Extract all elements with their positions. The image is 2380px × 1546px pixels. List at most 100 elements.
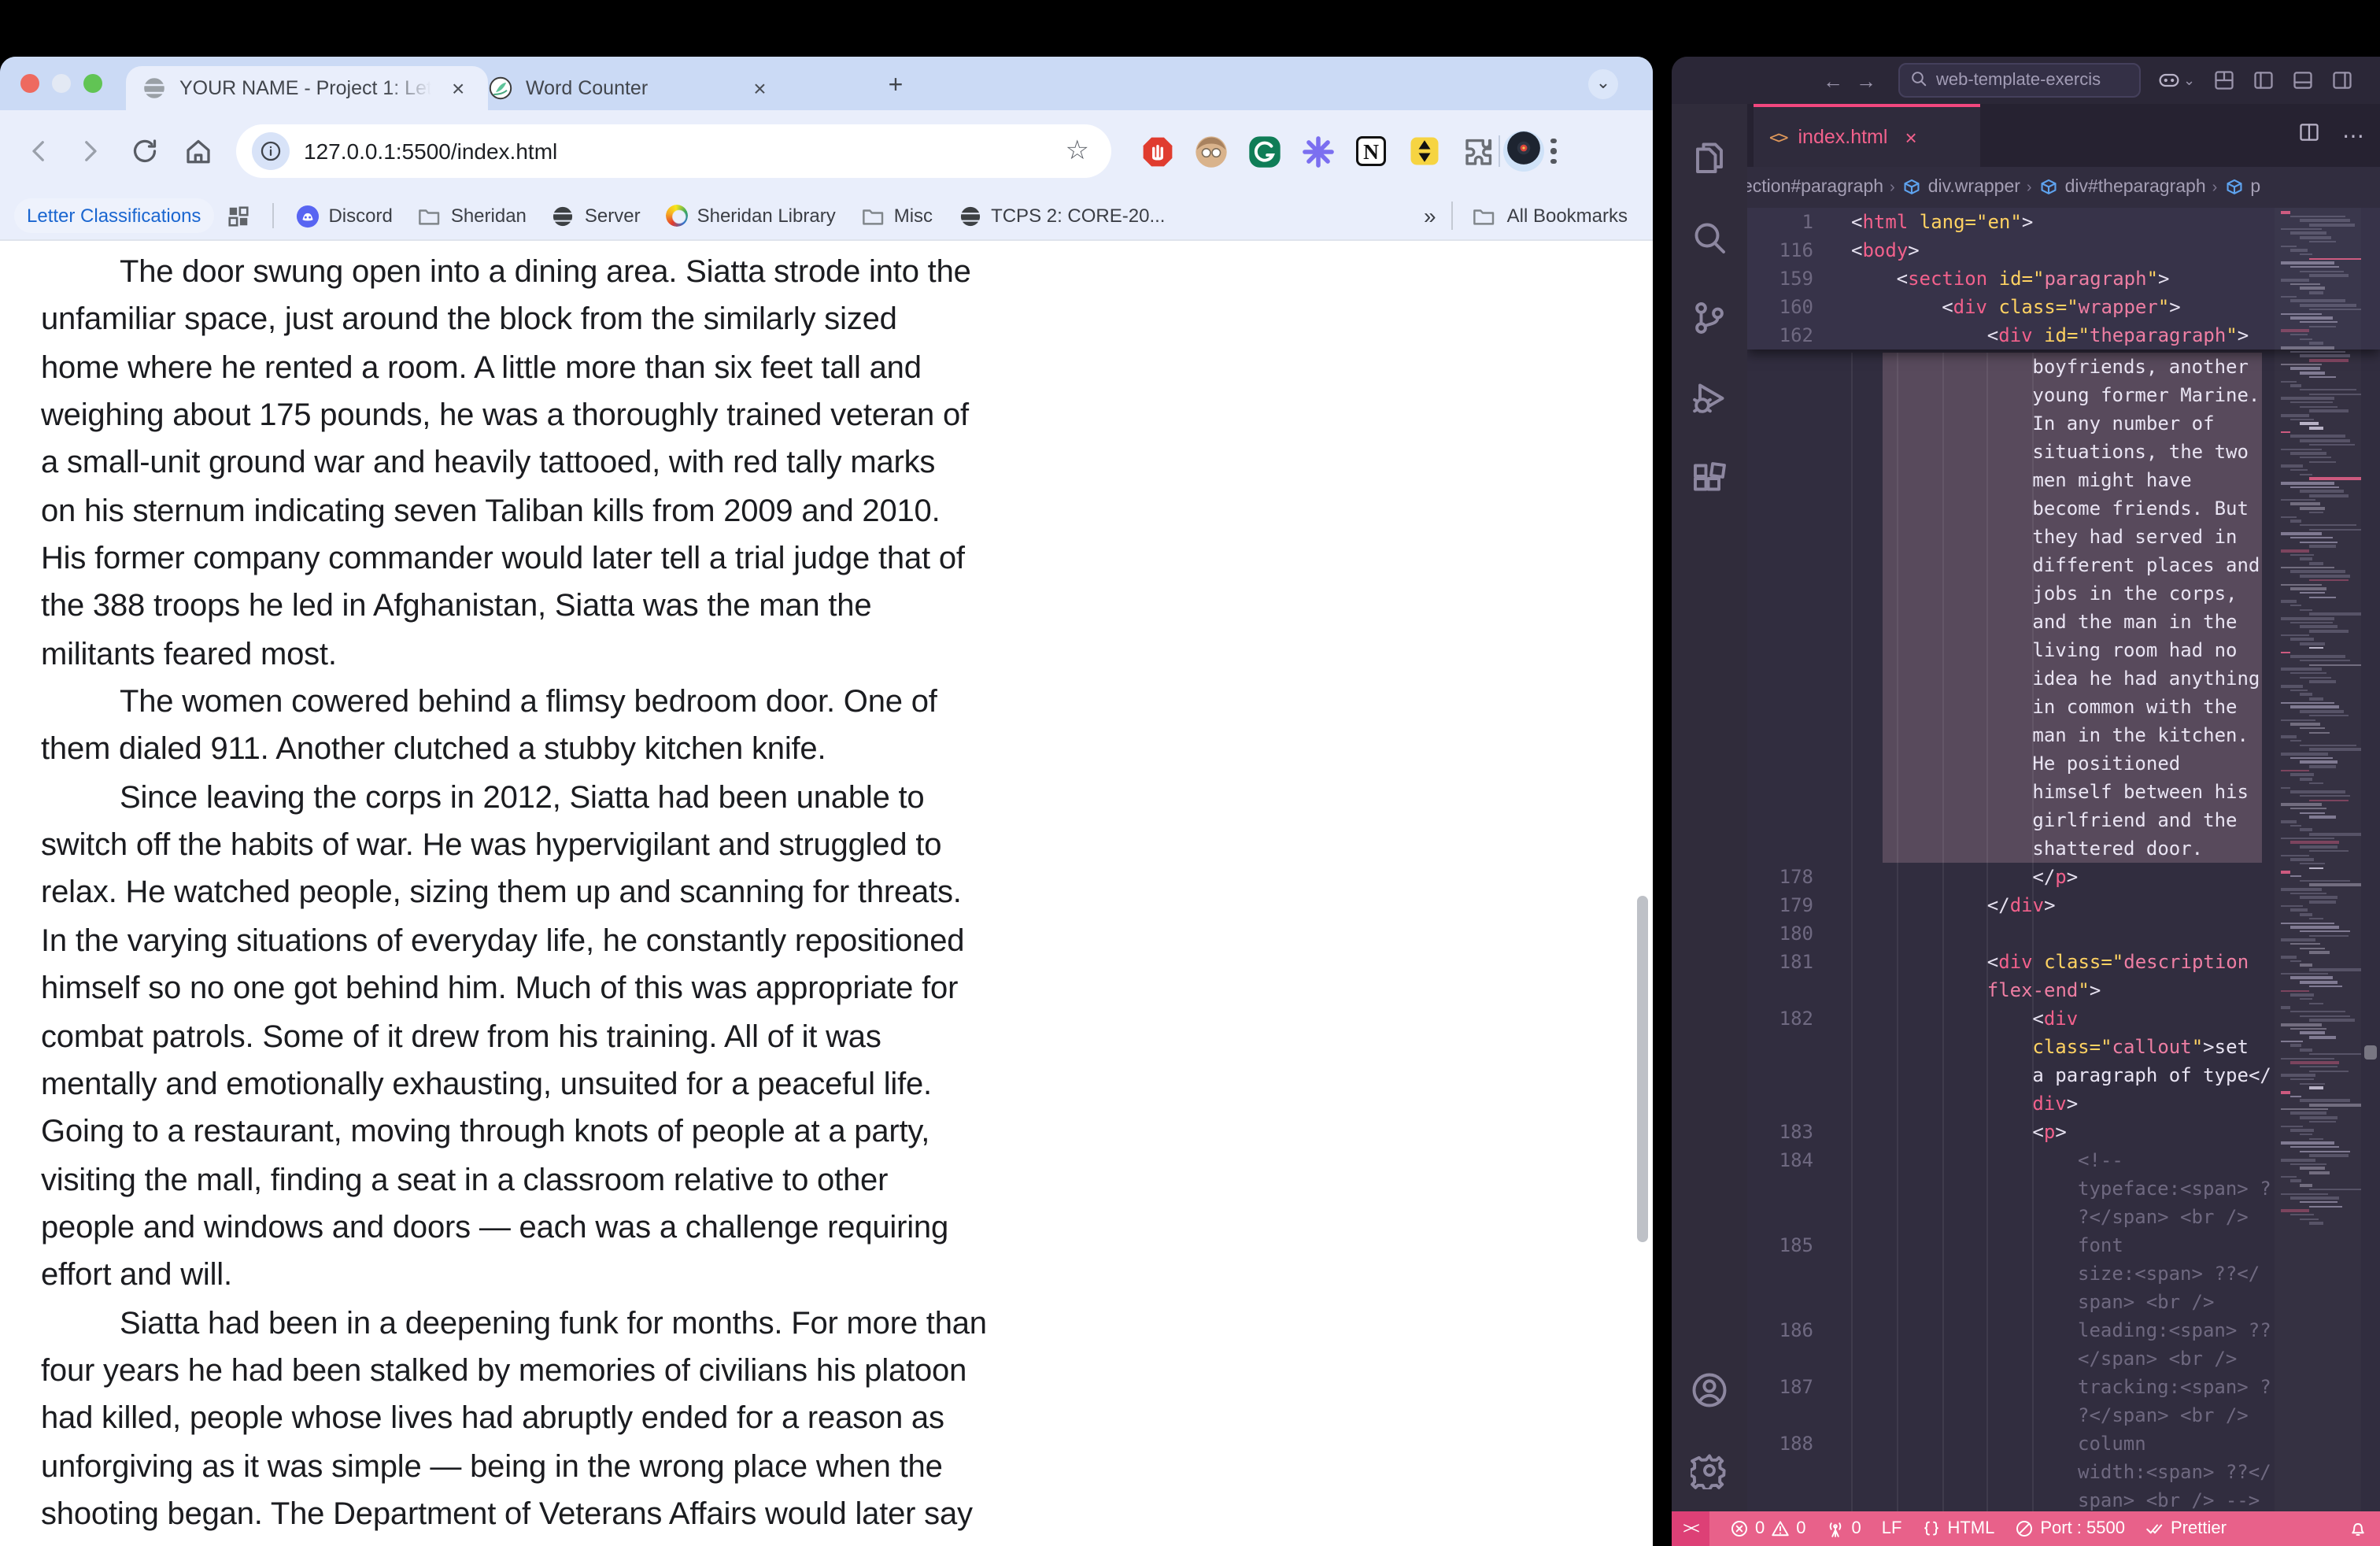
discord-icon [295, 204, 319, 227]
bookmark-label: Discord [328, 205, 392, 227]
radio-tower-icon [1827, 1519, 1846, 1538]
breadcrumb[interactable]: ection#paragraph›div.wrapper›div#thepara… [1747, 167, 2380, 208]
page-scrollbar[interactable] [1637, 896, 1648, 1242]
bookmark-star-icon[interactable]: ☆ [1059, 135, 1096, 167]
chrome-menu-button[interactable] [1550, 139, 1556, 165]
article-line: effort and will. [41, 1258, 1653, 1306]
copilot-chevron-icon[interactable]: ⌄ [2183, 72, 2195, 89]
site-info-icon[interactable] [252, 132, 290, 170]
tab-title: YOUR NAME - Project 1: Lette [179, 77, 431, 99]
customize-layout-button[interactable] [2212, 69, 2234, 91]
new-tab-button[interactable]: + [878, 71, 913, 105]
close-tab-icon[interactable]: × [1905, 125, 1916, 149]
toggle-secondary-sidebar-button[interactable] [2330, 69, 2352, 91]
bookmark-label: Misc [894, 205, 933, 227]
run-debug-icon[interactable] [1691, 379, 1728, 417]
breadcrumb-item[interactable]: div.wrapper [1901, 177, 2020, 198]
tab-index-html[interactable]: <> index.html × [1754, 104, 1980, 167]
bookmark-letter-classifications[interactable]: Letter Classifications [14, 198, 213, 233]
bookmark-apps[interactable] [213, 198, 262, 234]
article-line: switch off the habits of war. He was hyp… [41, 828, 1653, 876]
article-line: militants feared most. [41, 638, 1653, 686]
article-line: Siatta had been in a deepening funk for … [41, 1306, 1653, 1354]
more-actions-icon[interactable]: ⋯ [2342, 122, 2364, 149]
close-tab-icon[interactable]: × [447, 76, 469, 101]
breadcrumb-item[interactable]: p [2223, 177, 2260, 198]
apps-grid-icon [226, 204, 249, 227]
minimize-window-button[interactable] [52, 74, 71, 93]
status-prettier[interactable]: Prettier [2145, 1519, 2227, 1538]
article-line: had killed, people whose lives had abrup… [41, 1402, 1653, 1450]
browser-tab-strip: YOUR NAME - Project 1: Lette × Word Coun… [0, 57, 1653, 110]
bookmarks-bar: Letter Classifications Discord SheridanSer… [0, 192, 1653, 241]
adblock-icon[interactable] [1140, 134, 1174, 168]
bookmark-sheridan[interactable]: Sheridan [405, 198, 539, 234]
notion-icon[interactable]: N [1354, 134, 1388, 168]
code-editor[interactable]: 1<html lang="en">116<body>159<section id… [1747, 208, 2380, 1511]
bookmark-server[interactable]: Server [539, 198, 653, 234]
symbol-cube-icon [2223, 177, 2244, 198]
article-line: on his sternum indicating seven Taliban … [41, 494, 1653, 542]
status-language-mode[interactable]: HTML [1922, 1519, 1994, 1538]
bookmark-misc[interactable]: Misc [848, 198, 945, 234]
article-line: four years he had been stalked by memori… [41, 1354, 1653, 1402]
bookmark-discord[interactable]: Discord [283, 198, 405, 234]
remote-indicator[interactable]: >< [1672, 1511, 1709, 1546]
bookmark-sheridan-library[interactable]: Sheridan Library [653, 198, 848, 233]
breadcrumb-separator: › [1890, 179, 1895, 196]
status-eol[interactable]: LF [1882, 1519, 1902, 1538]
extensions-icon[interactable] [1691, 460, 1728, 497]
toggle-panel-button[interactable] [2291, 69, 2313, 91]
accounts-icon[interactable] [1691, 1371, 1728, 1409]
updown-icon[interactable] [1407, 134, 1442, 168]
close-window-button[interactable] [20, 74, 39, 93]
search-sidebar-icon[interactable] [1691, 219, 1728, 257]
back-button[interactable] [22, 135, 54, 167]
reload-button[interactable] [129, 135, 161, 167]
notifications-bell-icon[interactable] [2349, 1519, 2367, 1538]
close-tab-icon[interactable]: × [748, 76, 771, 101]
source-control-icon[interactable] [1691, 299, 1728, 337]
profile-face-icon[interactable] [1193, 134, 1228, 168]
all-bookmarks-button[interactable]: All Bookmarks [1452, 202, 1653, 230]
article-line: Going to a restaurant, moving through kn… [41, 1115, 1653, 1163]
history-back-button[interactable]: ← [1823, 68, 1843, 92]
url-text[interactable]: 127.0.0.1:5500/index.html [304, 139, 1059, 164]
address-bar[interactable]: 127.0.0.1:5500/index.html ☆ [236, 124, 1111, 178]
article-line: mentally and emotionally exhausting, uns… [41, 1067, 1653, 1115]
copilot-icon[interactable] [2158, 69, 2180, 91]
home-button[interactable] [183, 135, 214, 167]
status-forwarded-ports[interactable]: 0 [1827, 1519, 1861, 1538]
browser-tab-active[interactable]: YOUR NAME - Project 1: Lette × [126, 66, 488, 110]
bookmarks-overflow-button[interactable]: » [1408, 203, 1452, 228]
browser-tab-word-counter[interactable]: Word Counter × [472, 66, 866, 110]
article-line: visiting the mall, finding a seat in a c… [41, 1163, 1653, 1211]
library-icon [666, 205, 688, 227]
settings-gear-icon[interactable] [1691, 1452, 1728, 1489]
article-line: In the varying situations of everyday li… [41, 924, 1653, 972]
minimap[interactable] [2275, 208, 2361, 1511]
tab-search-button[interactable]: ⌄ [1588, 69, 1618, 99]
purple-star-icon[interactable] [1300, 134, 1335, 168]
command-center-search[interactable]: web-template-exercis [1898, 63, 2141, 98]
toggle-sidebar-button[interactable] [2252, 69, 2274, 91]
puzzle-icon[interactable] [1461, 134, 1495, 168]
breadcrumb-item[interactable]: div#theparagraph [2038, 177, 2206, 198]
explorer-icon[interactable] [1691, 139, 1728, 176]
article-line: himself so no one got behind him. Much o… [41, 971, 1653, 1019]
profile-avatar[interactable] [1503, 131, 1544, 172]
article-line: His former company commander would later… [41, 542, 1653, 590]
zoom-window-button[interactable] [83, 74, 102, 93]
bookmark-tcps-2-core-20-[interactable]: TCPS 2: CORE-20... [945, 198, 1177, 234]
editor-scrollbar[interactable] [2361, 208, 2380, 1511]
status-live-server-port[interactable]: Port : 5500 [2015, 1519, 2125, 1538]
history-forward-button[interactable]: → [1856, 68, 1876, 92]
tab-label: index.html [1798, 126, 1888, 148]
split-editor-icon[interactable] [2298, 120, 2320, 150]
extensions-row: N [1140, 134, 1495, 168]
grammarly-icon[interactable] [1247, 134, 1281, 168]
forward-button[interactable] [76, 135, 107, 167]
status-problems[interactable]: 00 [1730, 1519, 1806, 1538]
breadcrumb-item[interactable]: ection#paragraph [1747, 178, 1883, 197]
symbol-cube-icon [1901, 177, 1922, 198]
